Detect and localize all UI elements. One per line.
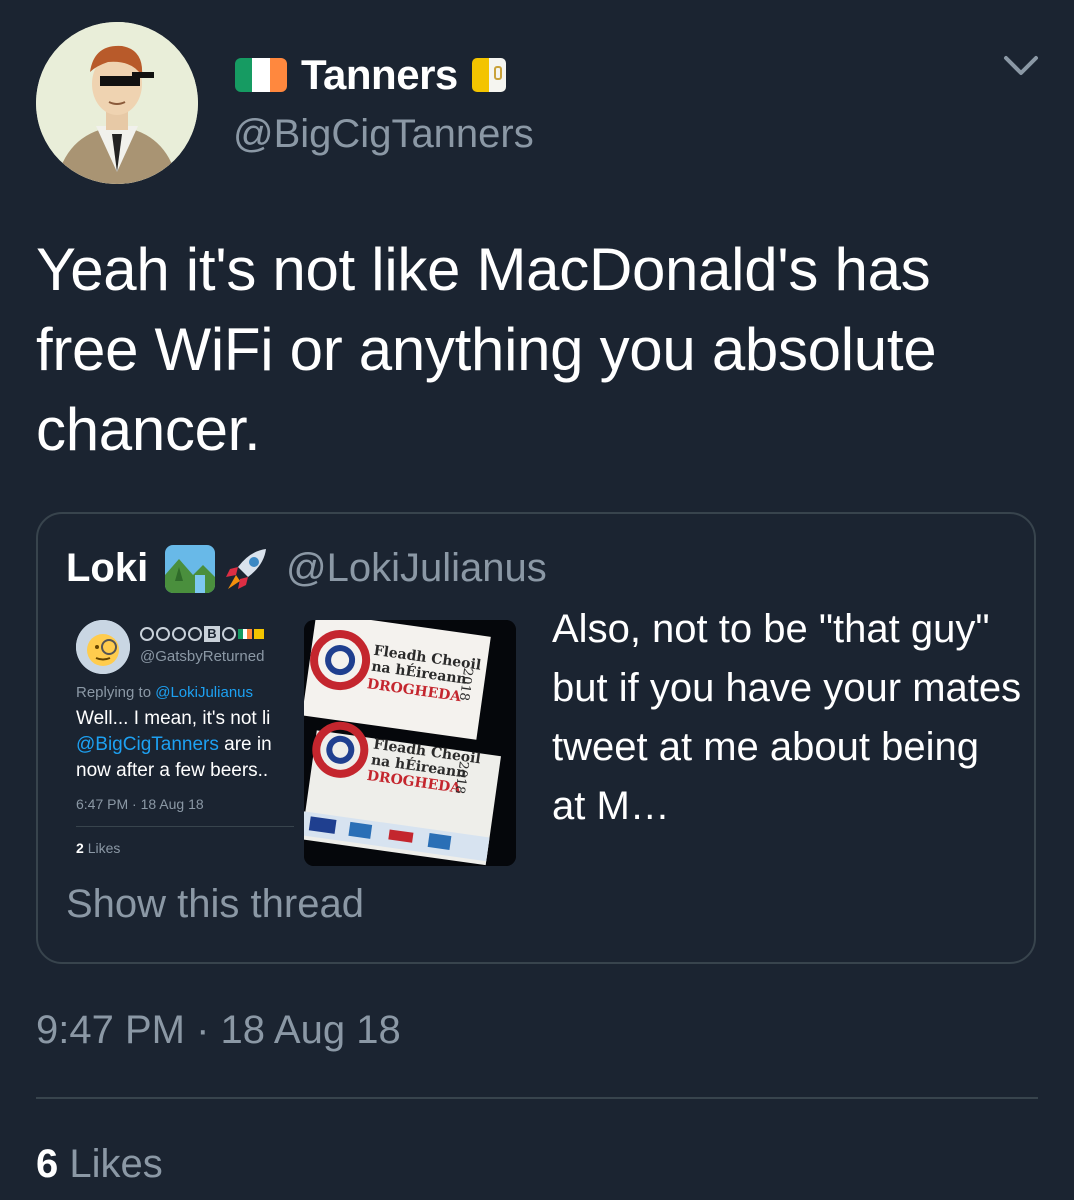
tweet-text: Yeah it's not like MacDonald's has free … — [36, 236, 937, 463]
likes-count[interactable]: 6 Likes — [36, 1142, 163, 1187]
embedded-handle: @GatsbyReturned — [140, 648, 265, 665]
embedded-tweet-body: Well... I mean, it's not li @BigCigTanne… — [76, 708, 272, 781]
author-handle[interactable]: @BigCigTanners — [233, 112, 534, 157]
vatican-flag-icon — [254, 629, 264, 639]
quoted-photo[interactable]: Fleadh Cheoil na hÉireann DROGHEDA 2018 … — [304, 620, 516, 866]
rocket-emoji-icon — [220, 545, 272, 595]
show-thread-link[interactable]: Show this thread — [66, 882, 364, 927]
ireland-flag-icon — [238, 629, 253, 639]
divider — [36, 1097, 1038, 1099]
ireland-flag-icon — [235, 58, 287, 92]
tweet-timestamp[interactable]: 9:47 PM · 18 Aug 18 — [36, 1008, 401, 1053]
chevron-down-icon[interactable] — [1000, 50, 1042, 82]
quoted-author-handle: @LokiJulianus — [286, 546, 547, 590]
cartoon-man-sunglasses-avatar-icon — [36, 22, 198, 184]
quoted-author-name: Loki — [66, 546, 149, 590]
embedded-replying-to: Replying to @LokiJulianus — [76, 684, 253, 701]
embedded-avatar — [76, 620, 130, 674]
embedded-timestamp: 6:47 PM · 18 Aug 18 — [76, 796, 204, 812]
quoted-tweet-text: Also, not to be "that guy" but if you ha… — [552, 607, 1022, 828]
national-park-emoji-icon — [165, 545, 215, 593]
author-name-row[interactable]: Tanners — [235, 50, 506, 100]
author-display-name[interactable]: Tanners — [301, 51, 458, 99]
avatar[interactable] — [36, 22, 198, 184]
embedded-divider — [76, 826, 294, 827]
embedded-likes: 2 Likes — [76, 840, 121, 856]
embedded-display-name: B — [140, 624, 290, 644]
vatican-flag-icon — [471, 58, 506, 92]
